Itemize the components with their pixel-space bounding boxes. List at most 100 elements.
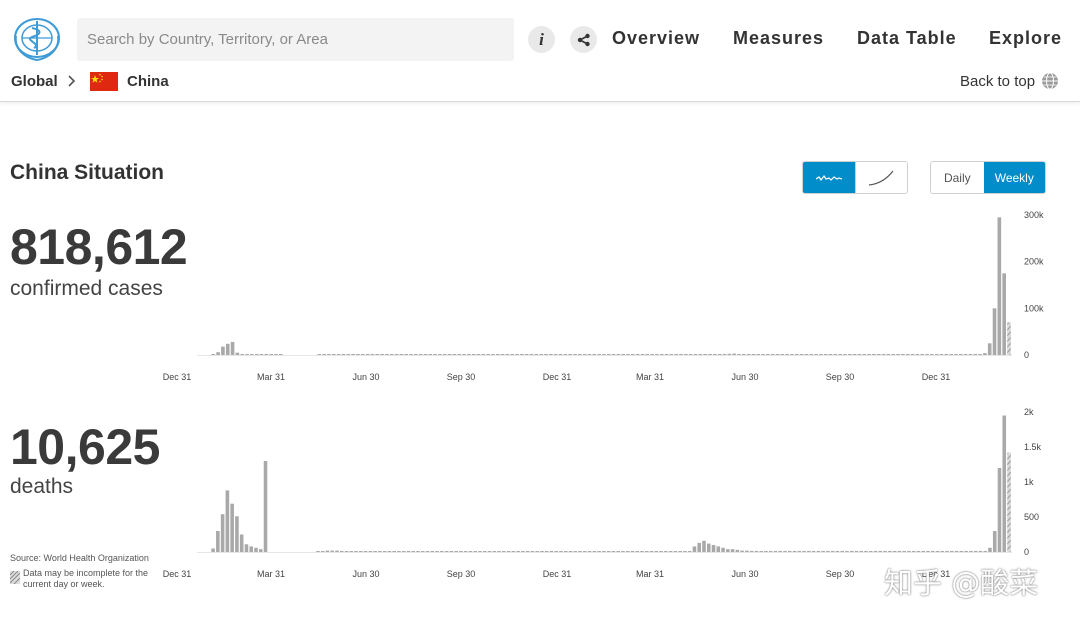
cases-bar[interactable] — [418, 354, 423, 355]
cases-bar[interactable] — [780, 354, 785, 355]
cases-bar[interactable] — [857, 354, 862, 355]
deaths-bar[interactable] — [506, 551, 511, 552]
cases-bar[interactable] — [235, 352, 240, 355]
breadcrumb-country[interactable]: China — [127, 73, 169, 90]
deaths-bar[interactable] — [840, 550, 844, 552]
cases-bar[interactable] — [438, 354, 442, 355]
deaths-bar[interactable] — [244, 544, 249, 552]
cases-bar[interactable] — [814, 354, 818, 355]
deaths-bar[interactable] — [897, 550, 902, 552]
deaths-bar[interactable] — [378, 551, 382, 552]
deaths-bar[interactable] — [411, 551, 416, 552]
deaths-bar[interactable] — [950, 550, 954, 552]
daily-button[interactable]: Daily — [931, 162, 984, 193]
deaths-bar[interactable] — [787, 550, 792, 552]
deaths-bar[interactable] — [440, 551, 444, 552]
deaths-bar[interactable] — [673, 551, 678, 552]
deaths-bar[interactable] — [811, 550, 816, 552]
deaths-bar[interactable] — [525, 551, 530, 552]
deaths-bar[interactable] — [888, 550, 892, 552]
cases-bar[interactable] — [404, 354, 408, 355]
cases-bar[interactable] — [380, 354, 384, 355]
cases-bar[interactable] — [905, 354, 910, 355]
deaths-bar[interactable] — [592, 551, 597, 552]
cases-bar[interactable] — [616, 354, 621, 355]
cases-bar[interactable] — [322, 354, 326, 355]
cases-bar[interactable] — [597, 354, 601, 355]
deaths-bar[interactable] — [602, 551, 606, 552]
deaths-bar[interactable] — [335, 550, 339, 552]
cases-bar[interactable] — [385, 354, 389, 355]
deaths-bar[interactable] — [687, 551, 692, 552]
deaths-bar[interactable] — [216, 531, 220, 552]
deaths-bar[interactable] — [983, 550, 987, 552]
back-to-top-link[interactable]: Back to top — [960, 73, 1035, 90]
cases-bar[interactable] — [346, 354, 351, 355]
deaths-bar[interactable] — [797, 550, 802, 552]
deaths-bar[interactable] — [849, 550, 854, 552]
who-logo[interactable] — [10, 14, 64, 64]
deaths-bar[interactable] — [726, 549, 730, 552]
cases-bar[interactable] — [423, 354, 428, 355]
cases-bar[interactable] — [254, 354, 259, 355]
cases-bar[interactable] — [968, 354, 973, 355]
deaths-bar[interactable] — [659, 551, 663, 552]
cases-bar[interactable] — [274, 354, 278, 355]
deaths-bar[interactable] — [482, 551, 487, 552]
cases-bar[interactable] — [679, 354, 683, 355]
bar-view-button[interactable] — [803, 162, 855, 193]
cases-bar[interactable] — [674, 354, 679, 355]
cases-bar[interactable] — [978, 354, 982, 355]
deaths-bar[interactable] — [497, 551, 501, 552]
deaths-bar[interactable] — [544, 551, 549, 552]
deaths-bar[interactable] — [416, 551, 420, 552]
deaths-bar[interactable] — [954, 550, 959, 552]
deaths-bar[interactable] — [683, 551, 687, 552]
deaths-bar[interactable] — [973, 550, 978, 552]
deaths-bar[interactable] — [630, 551, 635, 552]
cases-bar[interactable] — [659, 354, 664, 355]
deaths-bar[interactable] — [397, 551, 401, 552]
cases-bar[interactable] — [230, 341, 235, 355]
cases-bar[interactable] — [626, 354, 630, 355]
deaths-bar[interactable] — [316, 551, 320, 552]
deaths-bar[interactable] — [921, 550, 926, 552]
deaths-bar[interactable] — [706, 543, 711, 552]
cases-bar[interactable] — [240, 354, 245, 355]
deaths-bar[interactable] — [444, 551, 449, 552]
deaths-bar[interactable] — [249, 546, 253, 552]
cases-bar[interactable] — [414, 354, 418, 355]
deaths-bar[interactable] — [640, 551, 644, 552]
deaths-bar[interactable] — [392, 551, 396, 552]
cases-bar[interactable] — [785, 354, 789, 355]
cases-bar[interactable] — [529, 354, 534, 355]
line-view-button[interactable] — [854, 162, 907, 193]
cases-bar[interactable] — [495, 354, 500, 355]
cases-bar[interactable] — [375, 354, 380, 355]
cases-bar[interactable] — [963, 354, 968, 355]
deaths-bar[interactable] — [502, 551, 506, 552]
cases-bar[interactable] — [360, 354, 365, 355]
deaths-bar[interactable] — [359, 551, 363, 552]
cases-bar[interactable] — [332, 354, 336, 355]
deaths-bar[interactable] — [606, 551, 611, 552]
cases-bar[interactable] — [891, 354, 896, 355]
cases-bar[interactable] — [713, 354, 717, 355]
deaths-bar[interactable] — [649, 551, 654, 552]
cases-bar[interactable] — [365, 354, 370, 355]
deaths-bar[interactable] — [692, 546, 697, 552]
deaths-bar[interactable] — [768, 550, 773, 552]
cases-bar[interactable] — [862, 354, 867, 355]
cases-bar[interactable] — [886, 354, 891, 355]
deaths-bar[interactable] — [892, 550, 897, 552]
deaths-bar[interactable] — [635, 551, 640, 552]
deaths-bar[interactable] — [239, 534, 244, 553]
cases-bar[interactable] — [809, 354, 814, 355]
deaths-bar[interactable] — [511, 551, 516, 552]
deaths-bar[interactable] — [1002, 415, 1007, 553]
cases-bar[interactable] — [650, 354, 654, 355]
cases-bar[interactable] — [992, 308, 997, 355]
cases-bar[interactable] — [515, 354, 519, 355]
cases-bar[interactable] — [351, 354, 355, 355]
deaths-bar[interactable] — [835, 550, 840, 552]
